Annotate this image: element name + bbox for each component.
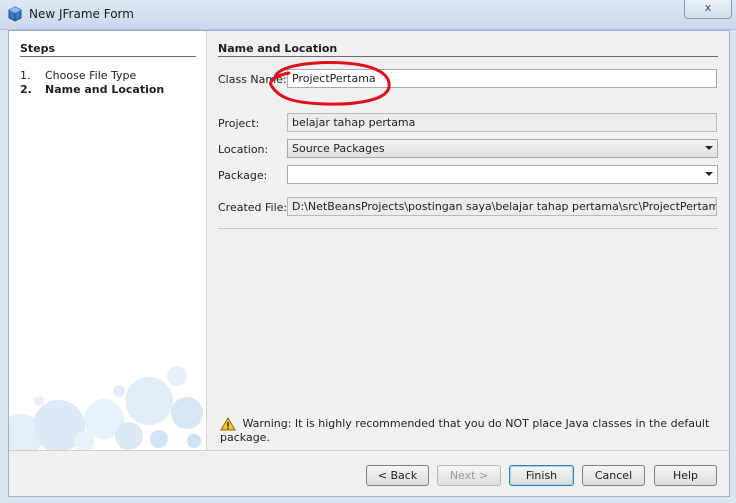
created-file-field: D:\NetBeansProjects\postingan saya\belaj… xyxy=(287,197,717,216)
step-name-and-location: 2. Name and Location xyxy=(20,83,164,96)
step-number: 1. xyxy=(20,69,31,82)
chevron-down-icon xyxy=(705,172,713,176)
package-label: Package: xyxy=(218,169,268,182)
location-value: Source Packages xyxy=(292,142,385,155)
project-label: Project: xyxy=(218,117,260,130)
class-name-input[interactable]: ProjectPertama xyxy=(287,69,717,88)
bubbles-decoration xyxy=(9,366,203,450)
window-title: New JFrame Form xyxy=(29,7,134,21)
cancel-button[interactable]: Cancel xyxy=(582,465,645,486)
class-name-label: Class Name: xyxy=(218,73,287,86)
step-label: Name and Location xyxy=(45,83,165,96)
warning-message: Warning: It is highly recommended that y… xyxy=(220,417,729,444)
dialog-body: Steps 1. Choose File Type 2. Name and Loca… xyxy=(8,30,730,497)
warning-icon xyxy=(220,417,243,431)
help-button[interactable]: Help xyxy=(654,465,717,486)
next-button[interactable]: Next > xyxy=(437,465,501,486)
section-divider xyxy=(218,56,718,57)
step-choose-file-type: 1. Choose File Type xyxy=(20,69,136,82)
back-button[interactable]: < Back xyxy=(366,465,429,486)
form-separator xyxy=(218,228,718,229)
step-number: 2. xyxy=(20,83,32,96)
location-dropdown[interactable]: Source Packages xyxy=(287,139,718,158)
netbeans-cube-icon xyxy=(8,6,22,22)
steps-pane: Steps 1. Choose File Type 2. Name and Loca… xyxy=(9,31,207,450)
steps-divider xyxy=(20,56,196,57)
chevron-down-icon xyxy=(705,146,713,150)
steps-heading: Steps xyxy=(20,42,56,55)
location-label: Location: xyxy=(218,143,269,156)
finish-button[interactable]: Finish xyxy=(509,465,574,486)
section-heading: Name and Location xyxy=(218,42,338,55)
title-bar: New JFrame Form x xyxy=(0,0,736,30)
button-bar-separator xyxy=(9,450,729,451)
warning-text: Warning: It is highly recommended that y… xyxy=(220,417,710,444)
created-file-label: Created File: xyxy=(218,201,288,214)
package-combo[interactable] xyxy=(287,165,718,184)
step-label: Choose File Type xyxy=(45,69,137,82)
project-field: belajar tahap pertama xyxy=(287,113,717,132)
close-button[interactable]: x xyxy=(684,0,732,19)
